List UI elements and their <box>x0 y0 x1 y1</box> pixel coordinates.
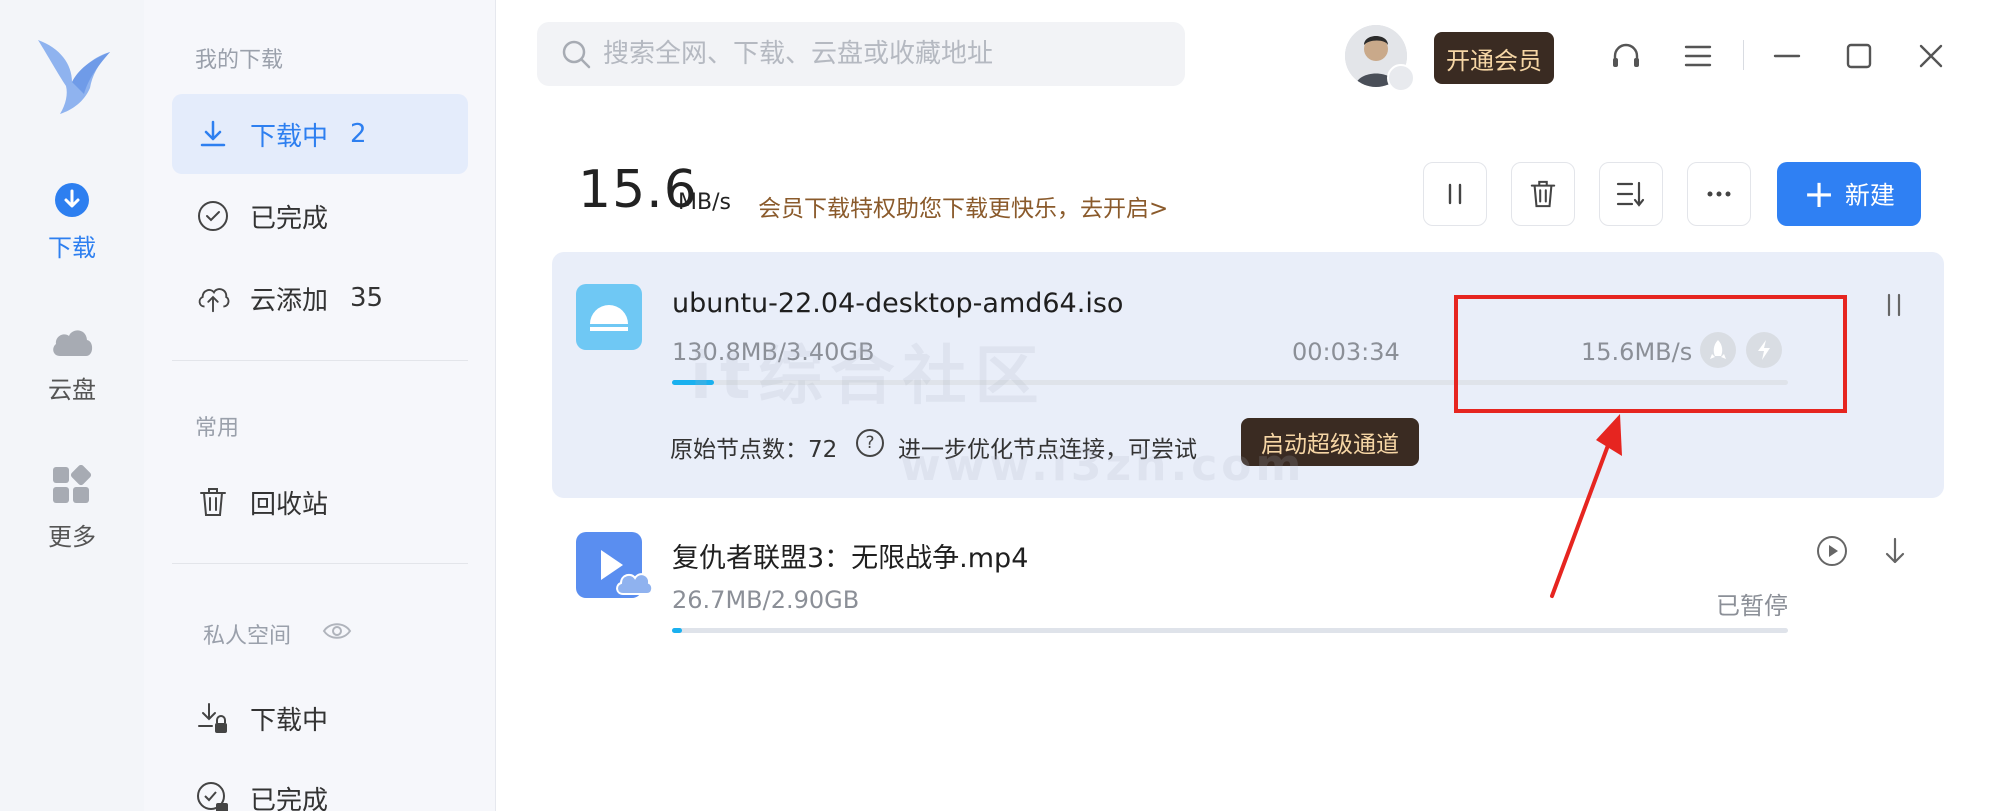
task-pause-icon[interactable] <box>1877 288 1911 322</box>
headset-icon[interactable] <box>1610 40 1642 72</box>
annotation-highlight-box <box>1454 295 1847 413</box>
cloud-icon <box>53 330 93 356</box>
task-status: 已暂停 <box>1716 592 1788 620</box>
delete-button[interactable] <box>1511 162 1575 226</box>
rail-item-label: 云盘 <box>48 376 96 404</box>
nav-item-count: 2 <box>350 119 367 149</box>
new-task-button[interactable]: + 新建 <box>1777 162 1921 226</box>
download-arrow-icon <box>196 117 230 151</box>
task-time-left: 00:03:34 <box>1292 338 1400 366</box>
nav-section-private: 私人空间 <box>203 624 292 649</box>
help-icon[interactable]: ? <box>856 429 884 457</box>
watermark-text: it综合社区 <box>690 340 1047 414</box>
check-lock-icon <box>196 781 230 811</box>
close-icon[interactable] <box>1915 40 1947 72</box>
task-file-name: ubuntu-22.04-desktop-amd64.iso <box>672 288 1124 319</box>
pause-all-button[interactable] <box>1423 162 1487 226</box>
search-bar[interactable] <box>537 22 1185 86</box>
maximize-icon[interactable] <box>1843 40 1875 72</box>
vip-button[interactable]: 开通会员 <box>1434 32 1554 84</box>
nav-item-cloud-add[interactable]: 云添加 35 <box>172 258 468 338</box>
sort-button[interactable] <box>1599 162 1663 226</box>
pause-icon <box>1448 183 1462 205</box>
rail-item-cloud[interactable]: 云盘 <box>0 324 144 405</box>
nav-item-label: 已完成 <box>250 785 329 811</box>
node-count-text: 原始节点数：72 <box>670 437 838 463</box>
search-icon <box>562 40 591 69</box>
nav-section-my-downloads: 我的下载 <box>195 48 284 73</box>
task-progress-fill <box>672 628 683 633</box>
annotation-arrow-icon <box>1550 414 1622 598</box>
rail-item-download[interactable]: 下载 <box>0 182 144 263</box>
resume-download-icon[interactable] <box>1878 534 1912 568</box>
watermark-url: www.i3zh.com <box>900 440 1306 491</box>
nav-section-common: 常用 <box>195 416 240 441</box>
apps-grid-icon <box>53 465 92 503</box>
check-circle-icon <box>196 199 230 233</box>
nav-item-label: 下载中 <box>250 705 329 736</box>
avatar-badge-icon <box>1387 64 1415 92</box>
cloud-badge-icon <box>616 573 654 595</box>
rail-item-more[interactable]: 更多 <box>0 465 144 552</box>
nav-item-private-downloading[interactable]: 下载中 <box>172 678 468 758</box>
left-rail: 下载 云盘 更多 <box>0 0 144 811</box>
app-window: 下载 云盘 更多 我的下载 下载中 2 已完成 云添加 35 常用 回收站 私人… <box>0 0 1997 811</box>
nav-item-label: 已完成 <box>250 203 329 234</box>
more-dots-icon <box>1707 191 1731 197</box>
play-icon[interactable] <box>1815 534 1849 568</box>
total-speed-unit: MB/s <box>678 190 731 215</box>
task-file-name: 复仇者联盟3：无限战争.mp4 <box>672 543 1029 574</box>
iso-file-icon <box>576 284 642 350</box>
download-circle-icon <box>55 183 89 217</box>
nav-divider <box>172 563 468 564</box>
secondary-nav: 我的下载 下载中 2 已完成 云添加 35 常用 回收站 私人空间 下载中 已完… <box>144 0 496 811</box>
app-logo-icon <box>38 40 110 114</box>
menu-icon[interactable] <box>1682 40 1714 72</box>
eye-icon[interactable] <box>322 620 352 642</box>
task-progress-bar <box>672 628 1788 633</box>
plus-icon: + <box>1803 172 1835 216</box>
minimize-icon[interactable] <box>1771 40 1803 72</box>
nav-item-downloading[interactable]: 下载中 2 <box>172 94 468 174</box>
nav-item-label: 回收站 <box>250 489 329 520</box>
download-lock-icon <box>196 701 230 735</box>
task-file-size: 26.7MB/2.90GB <box>672 586 860 614</box>
more-options-button[interactable] <box>1687 162 1751 226</box>
vip-promo-link[interactable]: 会员下载特权助您下载更快乐，去开启> <box>758 189 1168 223</box>
trash-icon <box>196 485 230 519</box>
nav-item-label: 下载中 <box>250 121 329 152</box>
nav-item-private-completed[interactable]: 已完成 <box>172 758 468 811</box>
trash-icon <box>1530 180 1556 208</box>
sort-icon <box>1616 181 1645 207</box>
rail-item-label: 下载 <box>48 234 96 262</box>
cloud-upload-icon <box>196 281 230 315</box>
search-input[interactable] <box>603 39 1163 69</box>
new-task-label: 新建 <box>1844 181 1895 210</box>
nav-item-count: 35 <box>350 283 384 313</box>
nav-item-completed[interactable]: 已完成 <box>172 176 468 256</box>
nav-divider <box>172 360 468 361</box>
nav-item-label: 云添加 <box>250 285 329 316</box>
nav-item-recycle[interactable]: 回收站 <box>172 462 468 542</box>
rail-item-label: 更多 <box>48 523 96 551</box>
window-controls-separator <box>1743 40 1744 70</box>
